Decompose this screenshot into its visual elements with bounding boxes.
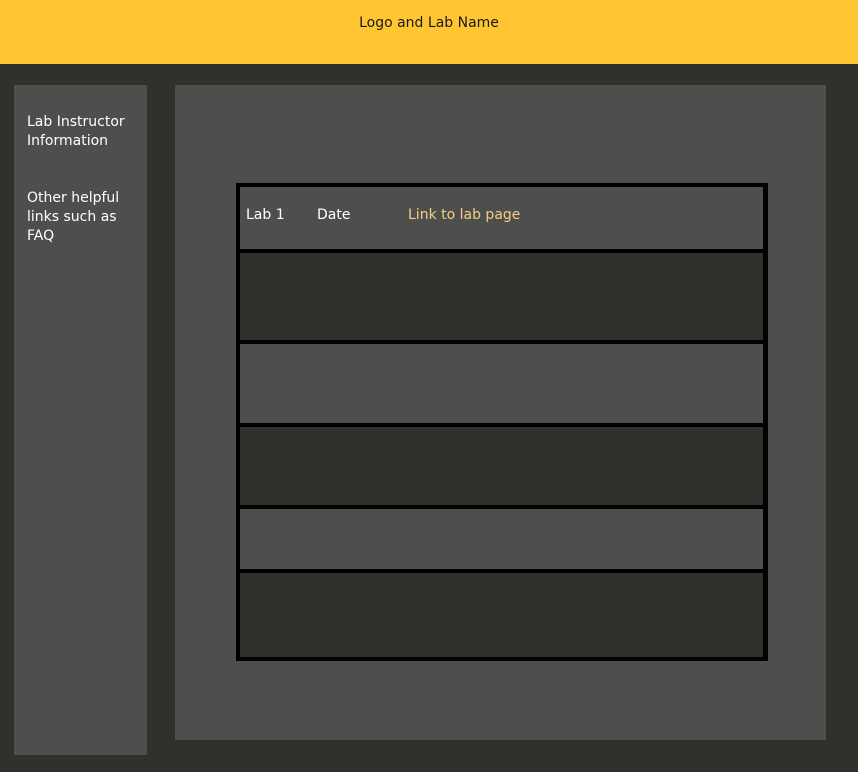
lab-date: Date — [317, 207, 351, 223]
lab-row-1[interactable]: Lab 1 Date Link to lab page — [240, 187, 763, 249]
lab-row-6[interactable] — [240, 573, 763, 657]
lab-page-link[interactable]: Link to lab page — [408, 206, 520, 224]
lab-row-5[interactable] — [240, 509, 763, 569]
logo-and-lab-name: Logo and Lab Name — [359, 15, 499, 31]
lab-row-2[interactable] — [240, 253, 763, 340]
lab-name: Lab 1 — [246, 207, 285, 223]
lab-table: Lab 1 Date Link to lab page — [236, 183, 768, 661]
lab-row-3[interactable] — [240, 344, 763, 423]
lab-row-4[interactable] — [240, 427, 763, 505]
sidebar: Lab Instructor Information Other helpful… — [14, 85, 147, 755]
lab-instructor-information[interactable]: Lab Instructor Information — [27, 113, 134, 151]
helpful-links[interactable]: Other helpful links such as FAQ — [27, 189, 134, 246]
header-banner: Logo and Lab Name — [0, 0, 858, 64]
